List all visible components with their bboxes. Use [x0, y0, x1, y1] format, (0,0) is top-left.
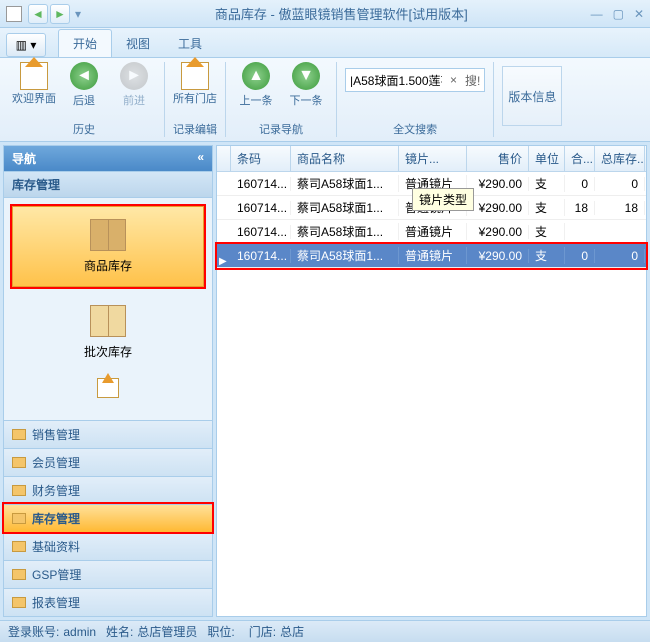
nav-item-label: 商品库存: [84, 257, 132, 274]
group-history: 历史: [73, 119, 95, 137]
nav-section-header[interactable]: 库存管理: [4, 171, 212, 198]
col-lens[interactable]: 镜片...: [399, 146, 467, 171]
status-account: admin: [63, 625, 96, 639]
nav-bar-finance[interactable]: 财务管理: [4, 476, 212, 504]
folder-icon: [12, 457, 26, 468]
folder-icon: [12, 569, 26, 580]
search-input[interactable]: [346, 73, 446, 87]
folder-icon: [12, 429, 26, 440]
back-icon: ◄: [70, 62, 98, 90]
col-unit[interactable]: 单位: [529, 146, 565, 171]
app-menu-button[interactable]: ▥ ▾: [6, 33, 46, 57]
ribbon: 欢迎界面 ◄后退 ►前进 历史 所有门店 记录编辑 ▲上一条 ▼下一条 记录导航…: [0, 58, 650, 142]
tab-tools[interactable]: 工具: [164, 30, 216, 57]
col-sum[interactable]: 合...: [565, 146, 595, 171]
title-bar: ◄ ► ▾ 商品库存 - 傲蓝眼镜销售管理软件[试用版本] — ▢ ✕: [0, 0, 650, 28]
welcome-button[interactable]: 欢迎界面: [12, 62, 56, 106]
maximize-button[interactable]: ▢: [613, 7, 624, 21]
minimize-button[interactable]: —: [591, 7, 603, 21]
status-bar: 登录账号: admin 姓名: 总店管理员 职位: 门店: 总店: [0, 620, 650, 642]
group-search: 全文搜索: [393, 119, 437, 137]
nav-item-batch-stock[interactable]: 批次库存: [12, 293, 204, 372]
ribbon-tabs: ▥ ▾ 开始 视图 工具: [0, 28, 650, 58]
nav-stack: 销售管理 会员管理 财务管理 库存管理 基础资料 GSP管理 报表管理: [4, 420, 212, 616]
col-total[interactable]: 总库存...: [595, 146, 645, 171]
nav-header: 导航«: [4, 146, 212, 171]
home-icon: [20, 62, 48, 90]
window-title: 商品库存 - 傲蓝眼镜销售管理软件[试用版本]: [92, 4, 591, 23]
folder-icon: [12, 541, 26, 552]
table-row[interactable]: ▶160714...蔡司A58球面1...普通镜片¥290.00支00: [217, 244, 646, 268]
grid-header: 条码 商品名称 镜片... 售价 单位 合... 总库存...: [217, 146, 646, 172]
status-store-label: 门店:: [249, 623, 276, 640]
data-grid: 条码 商品名称 镜片... 售价 单位 合... 总库存... 160714..…: [216, 145, 647, 617]
down-icon: ▼: [292, 62, 320, 90]
navigation-panel: 导航« 库存管理 商品库存 批次库存 销售管理 会员管理 财务管理 库存管理 基…: [3, 145, 213, 617]
folder-icon: [12, 513, 26, 524]
tab-start[interactable]: 开始: [58, 29, 112, 57]
house-remove-icon: [97, 378, 119, 398]
nav-bar-reports[interactable]: 报表管理: [4, 588, 212, 616]
folder-icon: [12, 485, 26, 496]
nav-bar-gsp[interactable]: GSP管理: [4, 560, 212, 588]
status-name-label: 姓名:: [106, 623, 133, 640]
status-name: 总店管理员: [137, 623, 197, 640]
clear-icon[interactable]: ×: [446, 73, 461, 87]
col-price[interactable]: 售价: [467, 146, 529, 171]
nav-bar-sales[interactable]: 销售管理: [4, 420, 212, 448]
status-role-label: 职位:: [207, 623, 234, 640]
status-account-label: 登录账号:: [8, 623, 59, 640]
forward-icon: ►: [120, 62, 148, 90]
search-button[interactable]: 搜!: [461, 72, 484, 89]
collapse-icon[interactable]: «: [197, 150, 204, 167]
status-store: 总店: [280, 623, 304, 640]
up-icon: ▲: [242, 62, 270, 90]
tab-view[interactable]: 视图: [112, 30, 164, 57]
group-nav: 记录导航: [259, 119, 303, 137]
table-row[interactable]: 160714...蔡司A58球面1...普通镜片¥290.00支: [217, 220, 646, 244]
box-icon: [90, 219, 126, 251]
nav-item-product-stock[interactable]: 商品库存: [12, 206, 204, 287]
batch-icon: [90, 305, 126, 337]
qat-dropdown-icon[interactable]: ▾: [72, 4, 84, 24]
col-name[interactable]: 商品名称: [291, 146, 399, 171]
version-button[interactable]: 版本信息: [502, 66, 562, 126]
forward-button: ►前进: [112, 62, 156, 108]
search-box: × 搜!: [345, 68, 485, 92]
qat-back-icon[interactable]: ◄: [28, 4, 48, 24]
store-icon: [181, 62, 209, 90]
nav-bar-basedata[interactable]: 基础资料: [4, 532, 212, 560]
app-icon: [6, 6, 22, 22]
nav-item-label: 批次库存: [84, 343, 132, 360]
group-edit: 记录编辑: [173, 119, 217, 137]
next-record-button[interactable]: ▼下一条: [284, 62, 328, 108]
back-button[interactable]: ◄后退: [62, 62, 106, 108]
nav-item-more[interactable]: [12, 378, 204, 398]
col-code[interactable]: 条码: [231, 146, 291, 171]
all-stores-button[interactable]: 所有门店: [173, 62, 217, 106]
nav-bar-inventory[interactable]: 库存管理: [4, 504, 212, 532]
prev-record-button[interactable]: ▲上一条: [234, 62, 278, 108]
folder-icon: [12, 597, 26, 608]
close-button[interactable]: ✕: [634, 7, 644, 21]
nav-bar-members[interactable]: 会员管理: [4, 448, 212, 476]
quick-access-toolbar: ◄ ► ▾: [28, 4, 84, 24]
tooltip-lens-type: 镜片类型: [412, 188, 474, 211]
qat-forward-icon[interactable]: ►: [50, 4, 70, 24]
